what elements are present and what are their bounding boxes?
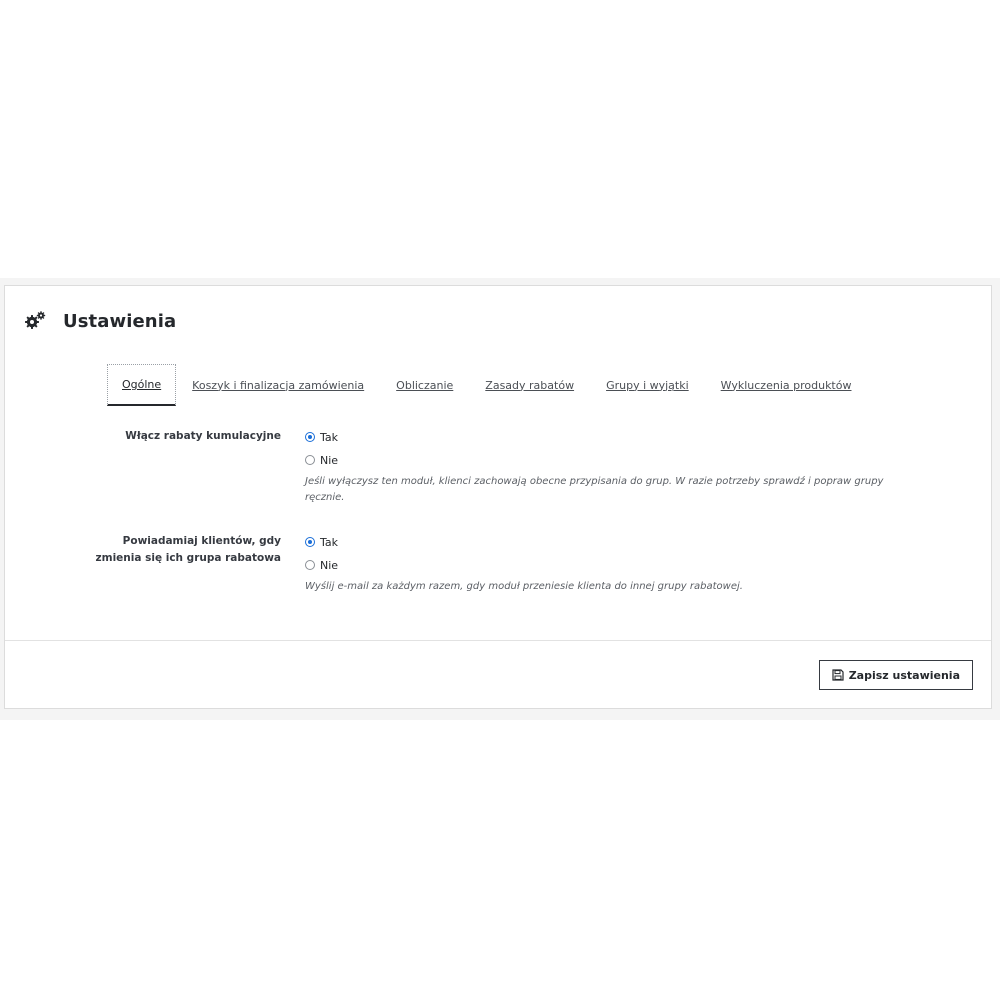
cumulative-field: Tak Nie Jeśli wyłączysz ten moduł, klien… bbox=[305, 428, 895, 506]
tab-general[interactable]: Ogólne bbox=[107, 364, 177, 406]
tab-product-exclusions[interactable]: Wykluczenia produktów bbox=[705, 364, 868, 406]
notify-no-radio[interactable]: Nie bbox=[305, 556, 895, 574]
cumulative-yes-label: Tak bbox=[320, 430, 339, 444]
save-settings-button[interactable]: Zapisz ustawienia bbox=[818, 660, 973, 690]
tab-calculation[interactable]: Obliczanie bbox=[380, 364, 469, 406]
cumulative-yes-radio[interactable]: Tak bbox=[305, 428, 895, 446]
notify-label: Powiadamiaj klientów, gdy zmienia się ic… bbox=[81, 533, 281, 567]
footer-divider bbox=[5, 640, 991, 641]
panel-title: Ustawienia bbox=[63, 310, 177, 332]
tab-bar: Ogólne Koszyk i finalizacja zamówienia O… bbox=[107, 364, 867, 406]
tab-discount-rules[interactable]: Zasady rabatów bbox=[469, 364, 590, 406]
panel-header: Ustawienia bbox=[23, 308, 176, 334]
radio-unchecked-icon bbox=[305, 560, 315, 570]
cumulative-help-text: Jeśli wyłączysz ten moduł, klienci zacho… bbox=[305, 476, 884, 503]
notify-yes-label: Tak bbox=[320, 535, 339, 549]
tab-groups-exceptions[interactable]: Grupy i wyjątki bbox=[590, 364, 705, 406]
notify-no-label: Nie bbox=[320, 558, 339, 572]
cumulative-no-radio[interactable]: Nie bbox=[305, 451, 895, 469]
gears-icon bbox=[23, 309, 47, 333]
floppy-disk-icon bbox=[832, 669, 844, 681]
settings-panel: Ustawienia Ogólne Koszyk i finalizacja z… bbox=[4, 285, 992, 709]
notify-yes-radio[interactable]: Tak bbox=[305, 533, 895, 551]
radio-checked-icon bbox=[305, 432, 315, 442]
cumulative-no-label: Nie bbox=[320, 453, 339, 467]
save-settings-label: Zapisz ustawienia bbox=[848, 668, 960, 682]
notify-label-line2: zmienia się ich grupa rabatowa bbox=[95, 552, 281, 564]
tab-cart-checkout[interactable]: Koszyk i finalizacja zamówienia bbox=[176, 364, 380, 406]
notify-help-text: Wyślij e-mail za każdym razem, gdy moduł… bbox=[305, 581, 743, 592]
notify-label-line1: Powiadamiaj klientów, gdy bbox=[122, 535, 281, 547]
radio-checked-icon bbox=[305, 537, 315, 547]
notify-field: Tak Nie Wyślij e-mail za każdym razem, g… bbox=[305, 533, 895, 595]
cumulative-label: Włącz rabaty kumulacyjne bbox=[125, 430, 281, 442]
radio-unchecked-icon bbox=[305, 455, 315, 465]
